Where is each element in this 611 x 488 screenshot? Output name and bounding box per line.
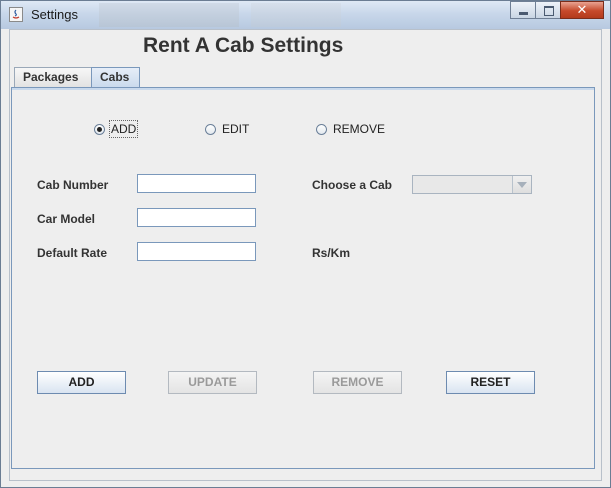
choose-cab-label: Choose a Cab (312, 178, 393, 192)
radio-add[interactable]: ADD (94, 120, 139, 138)
tab-packages[interactable]: Packages (14, 67, 92, 87)
title-bar[interactable]: Settings ✕ (1, 1, 610, 29)
radio-edit-label: EDIT (222, 122, 250, 136)
add-button[interactable]: ADD (37, 371, 126, 394)
radio-unselected-icon (205, 123, 216, 135)
choose-cab-dropdown[interactable] (412, 175, 532, 194)
window-title: Settings (31, 7, 78, 22)
minimize-button[interactable] (510, 1, 536, 19)
close-button[interactable]: ✕ (560, 1, 604, 19)
radio-remove-label: REMOVE (333, 122, 386, 136)
cab-number-input[interactable] (137, 174, 256, 193)
update-button[interactable]: UPDATE (168, 371, 257, 394)
background-window-strip (251, 3, 341, 27)
maximize-button[interactable] (535, 1, 561, 19)
background-window-strip (99, 3, 239, 27)
radio-add-label: ADD (108, 120, 139, 138)
page-title: Rent A Cab Settings (143, 34, 344, 57)
cab-number-label: Cab Number (37, 178, 109, 192)
java-app-icon[interactable] (9, 7, 23, 22)
radio-selected-icon (94, 123, 105, 135)
default-rate-input[interactable] (137, 242, 256, 261)
reset-button[interactable]: RESET (446, 371, 535, 394)
car-model-input[interactable] (137, 208, 256, 227)
remove-button[interactable]: REMOVE (313, 371, 402, 394)
tab-cabs[interactable]: Cabs (91, 67, 140, 88)
radio-unselected-icon (316, 123, 327, 135)
radio-remove[interactable]: REMOVE (316, 122, 385, 136)
default-rate-label: Default Rate (37, 246, 108, 260)
car-model-label: Car Model (37, 212, 96, 226)
window-controls: ✕ (510, 1, 604, 21)
cabs-tab-panel (11, 87, 595, 469)
radio-edit[interactable]: EDIT (205, 122, 249, 136)
chevron-down-icon[interactable] (512, 176, 531, 193)
rate-unit-label: Rs/Km (312, 246, 351, 260)
close-icon: ✕ (576, 3, 588, 18)
settings-window: Settings ✕ Rent A Cab Settings Packages … (0, 0, 611, 488)
